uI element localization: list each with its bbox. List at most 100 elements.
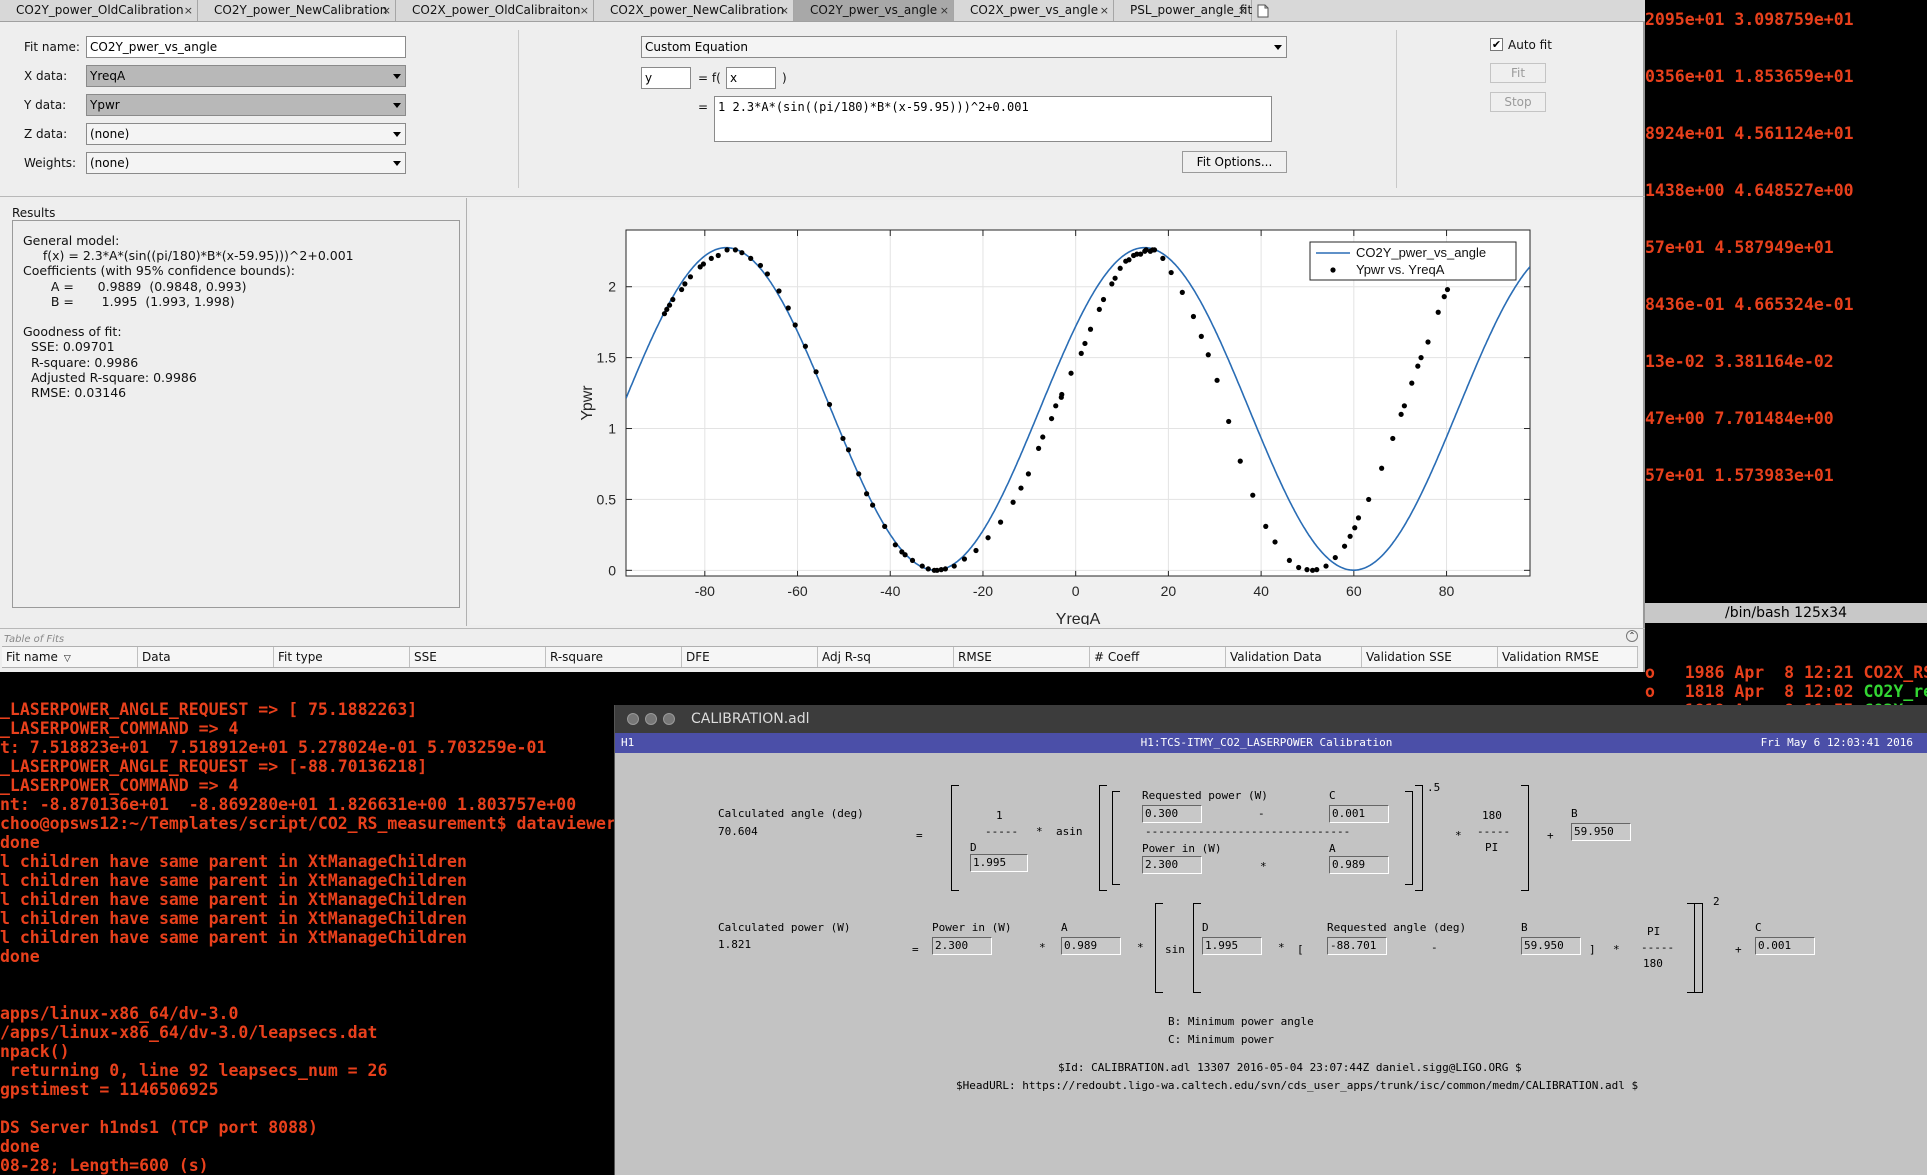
results-line: Adjusted R-square: 0.9986 — [23, 369, 197, 385]
data-point — [1068, 370, 1074, 376]
tab-label: CO2Y_power_OldCalibration — [16, 3, 184, 17]
y-axis-label: Ypwr — [579, 385, 596, 421]
fit-name-input[interactable]: CO2Y_pwer_vs_angle — [86, 36, 406, 58]
x-tick-label: 40 — [1253, 583, 1269, 599]
close-window-icon[interactable] — [627, 713, 639, 725]
results-line: B = 1.995 (1.993, 1.998) — [23, 293, 235, 309]
table-of-fits-header: Fit name ▽ Data Fit type SSE R-square DFE Adj R… — [2, 646, 1638, 668]
tab-co2x-power-newcalibration[interactable]: CO2X_power_NewCalibration × — [594, 0, 794, 21]
power-in-value-2: 2.300 — [932, 937, 992, 955]
new-fit-tab-icon[interactable] — [1252, 0, 1274, 21]
maximize-window-icon[interactable] — [663, 713, 675, 725]
close-bracket: ] — [1589, 943, 1596, 956]
column-header[interactable]: Fit name ▽ — [2, 647, 138, 667]
data-point — [1214, 377, 1220, 383]
terminal-right-top[interactable]: 2095e+01 3.098759e+01 0356e+01 1.853659e+… — [1645, 0, 1927, 565]
column-header[interactable]: Data — [138, 647, 274, 667]
fit-plot[interactable]: -80 -60 -40 -20 0 20 40 60 80 0 0.5 1 1.5 2 YreqA Ypwr C… — [470, 200, 1642, 628]
terminal-line: /apps/linux-x86_64/dv-3.0/leapsecs.dat — [0, 1023, 378, 1042]
data-point — [708, 255, 714, 261]
close-icon[interactable]: × — [1100, 0, 1109, 21]
fit-button[interactable]: Fit — [1490, 63, 1546, 83]
plot-panel[interactable]: -80 -60 -40 -20 0 20 40 60 80 0 0.5 1 1.5 2 YreqA Ypwr C… — [470, 200, 1642, 628]
x-data-select[interactable]: YreqA — [86, 65, 406, 87]
calc-angle-label: Calculated angle (deg) — [718, 807, 864, 820]
data-point — [1355, 515, 1362, 521]
tab-co2x-pwer-vs-angle[interactable]: CO2X_pwer_vs_angle × — [954, 0, 1114, 21]
b-value-2: 59.950 — [1521, 937, 1581, 955]
equals-sign: = — [912, 943, 919, 956]
column-header[interactable]: Adj R-sq — [818, 647, 954, 667]
terminal-line: npack() — [0, 1042, 70, 1061]
data-point — [666, 302, 673, 308]
y-data-label: Y data: — [24, 98, 67, 112]
terminal-line: done — [0, 833, 40, 852]
y-tick-label: 1.5 — [597, 350, 617, 366]
close-icon[interactable]: × — [940, 0, 949, 21]
data-point — [1323, 563, 1329, 569]
data-point — [1117, 265, 1123, 271]
terminal-line: DS Server h1nds1 (TCP port 8088) — [0, 1118, 318, 1137]
minimize-window-icon[interactable] — [645, 713, 657, 725]
data-point — [997, 519, 1004, 525]
column-header[interactable]: Validation RMSE — [1498, 647, 1638, 667]
column-header[interactable]: SSE — [410, 647, 546, 667]
data-point — [864, 491, 870, 497]
data-point — [909, 557, 916, 564]
asin-label: asin — [1056, 825, 1083, 838]
tab-label: CO2X_power_OldCalibraiton — [412, 3, 581, 17]
tab-co2y-power-newcalibration[interactable]: CO2Y_power_NewCalibration × — [198, 0, 396, 21]
tab-co2y-power-oldcalibration[interactable]: CO2Y_power_OldCalibration × — [0, 0, 198, 21]
data-point — [1444, 286, 1451, 293]
equation-editor[interactable]: 1 2.3*A*(sin((pi/180)*B*(x-59.95)))^2+0.… — [714, 96, 1272, 142]
data-point — [1409, 380, 1415, 386]
terminal-line: l children have same parent in XtManageC… — [0, 909, 467, 928]
data-point — [1237, 458, 1243, 464]
fit-type-select[interactable]: Custom Equation — [641, 36, 1287, 58]
multiply-sign: * — [1455, 829, 1462, 842]
weights-select[interactable]: (none) — [86, 152, 406, 174]
close-icon[interactable]: × — [382, 0, 391, 21]
data-point — [1087, 326, 1094, 332]
column-header[interactable]: DFE — [682, 647, 818, 667]
close-icon[interactable]: × — [580, 0, 589, 21]
b-value: 59.950 — [1571, 823, 1631, 841]
fit-options-button[interactable]: Fit Options... — [1182, 151, 1287, 173]
column-header[interactable]: # Coeff — [1090, 647, 1226, 667]
column-header[interactable]: R-square — [546, 647, 682, 667]
close-icon[interactable]: × — [780, 0, 789, 21]
stop-button[interactable]: Stop — [1490, 92, 1546, 112]
equals-sign: = — [698, 100, 709, 114]
tab-co2x-power-oldcalibraiton[interactable]: CO2X_power_OldCalibraiton × — [396, 0, 594, 21]
tab-co2y-pwer-vs-angle[interactable]: CO2Y_pwer_vs_angle × — [794, 0, 954, 21]
tab-psl-power-angle-fit[interactable]: PSL_power_angle_fit × — [1114, 0, 1252, 21]
dependent-variable-input[interactable]: y — [641, 67, 691, 89]
data-point — [802, 343, 809, 349]
z-data-select[interactable]: (none) — [86, 123, 406, 145]
note-b: B: Minimum power angle — [1168, 1015, 1314, 1028]
column-header-label: Data — [142, 650, 171, 664]
numerator-one: 1 — [996, 809, 1003, 822]
column-header[interactable]: Validation Data — [1226, 647, 1362, 667]
terminal-line: nt: -8.870136e+01 -8.869280e+01 1.826631… — [0, 795, 577, 814]
terminal-line: 8436e-01 4.665324e-01 — [1645, 295, 1854, 314]
y-data-select[interactable]: Ypwr — [86, 94, 406, 116]
bracket — [1112, 791, 1120, 885]
collapse-icon[interactable]: ⌃ — [1626, 630, 1638, 642]
independent-variable-input[interactable]: x — [726, 67, 776, 89]
data-point — [1401, 403, 1407, 409]
auto-fit-checkbox[interactable]: ✔ — [1490, 38, 1503, 51]
y-tick-label: 1 — [608, 421, 616, 437]
requested-angle-value: -88.701 — [1327, 937, 1387, 955]
data-point — [1332, 554, 1338, 561]
column-header[interactable]: Validation SSE — [1362, 647, 1498, 667]
close-icon[interactable]: × — [184, 0, 193, 21]
column-header[interactable]: Fit type — [274, 647, 410, 667]
data-point — [1418, 355, 1424, 361]
terminal-left[interactable]: _LASERPOWER_ANGLE_REQUEST => [ 75.188226… — [0, 690, 620, 1175]
minus-sign: - — [1258, 807, 1265, 820]
chevron-down-icon — [393, 74, 401, 79]
close-icon[interactable]: × — [1238, 0, 1247, 21]
column-header[interactable]: RMSE — [954, 647, 1090, 667]
